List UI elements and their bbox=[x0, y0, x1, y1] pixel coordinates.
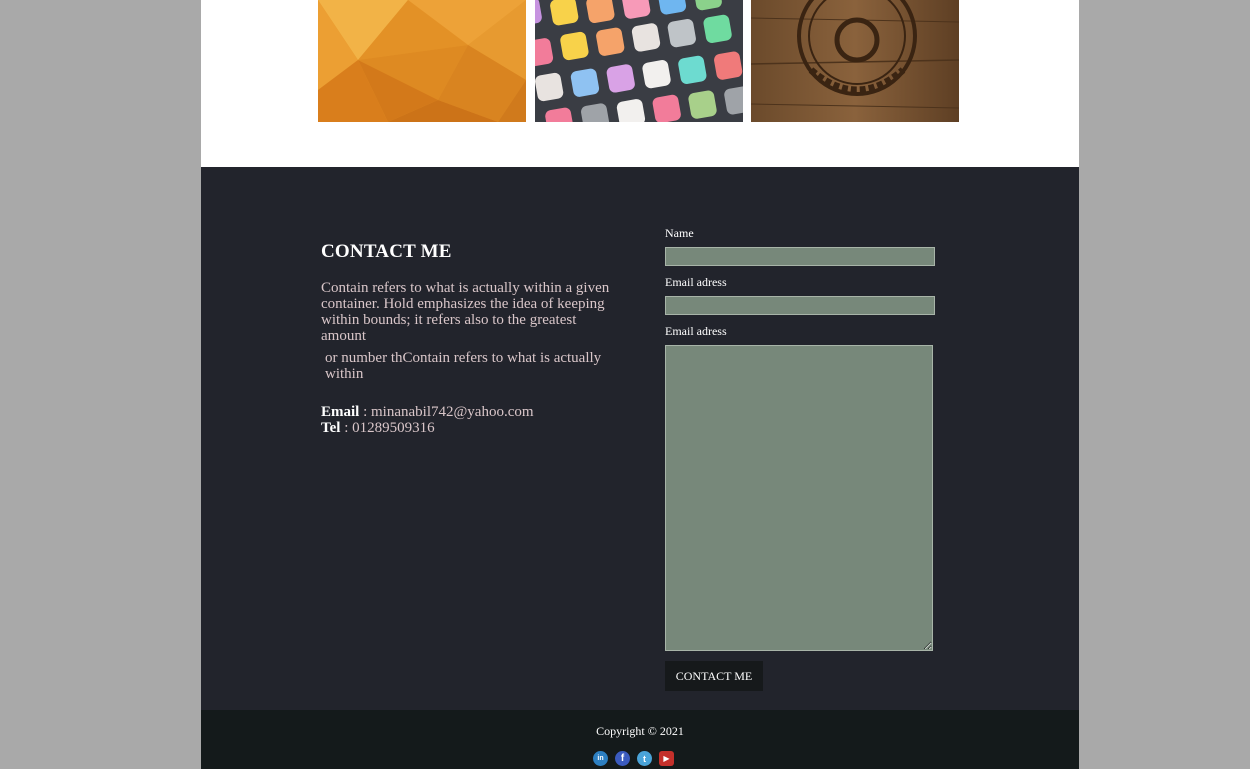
linkedin-icon[interactable]: in bbox=[593, 751, 608, 766]
message-field[interactable] bbox=[665, 345, 933, 651]
email-field[interactable] bbox=[665, 296, 935, 315]
twitter-icon[interactable]: t bbox=[637, 751, 652, 766]
youtube-icon[interactable]: ▶ bbox=[659, 751, 674, 766]
page-container: CONTACT ME Contain refers to what is act… bbox=[201, 0, 1079, 769]
email-label: Email bbox=[321, 404, 360, 420]
contact-submit-button[interactable]: CONTACT ME bbox=[665, 661, 763, 691]
portfolio-section bbox=[201, 0, 1079, 167]
contact-email-line: Email : minanabil742@yahoo.com bbox=[321, 404, 534, 420]
email-field-label: Email adress bbox=[665, 275, 727, 289]
contact-info: Email : minanabil742@yahoo.com Tel : 012… bbox=[321, 404, 534, 436]
portfolio-image-app-icons[interactable] bbox=[535, 0, 743, 122]
tel-value: : 01289509316 bbox=[340, 420, 435, 436]
footer: Copyright © 2021 in f t ▶ bbox=[201, 710, 1079, 769]
contact-tel-line: Tel : 01289509316 bbox=[321, 420, 534, 436]
portfolio-image-orange-polygon[interactable] bbox=[318, 0, 526, 122]
message-field-label: Email adress bbox=[665, 324, 727, 338]
contact-title: CONTACT ME bbox=[321, 241, 452, 262]
social-links: in f t ▶ bbox=[593, 751, 674, 767]
portfolio-image-burned-logo[interactable] bbox=[751, 0, 959, 122]
name-field-label: Name bbox=[665, 226, 694, 240]
name-field[interactable] bbox=[665, 247, 935, 266]
contact-section: CONTACT ME Contain refers to what is act… bbox=[201, 167, 1079, 710]
copyright-text: Copyright © 2021 bbox=[596, 724, 684, 738]
facebook-icon[interactable]: f bbox=[615, 751, 630, 766]
contact-description: Contain refers to what is actually withi… bbox=[321, 280, 610, 344]
tel-label: Tel bbox=[321, 420, 341, 436]
email-value: : minanabil742@yahoo.com bbox=[359, 404, 534, 420]
contact-description-secondary: or number thContain refers to what is ac… bbox=[325, 350, 602, 382]
